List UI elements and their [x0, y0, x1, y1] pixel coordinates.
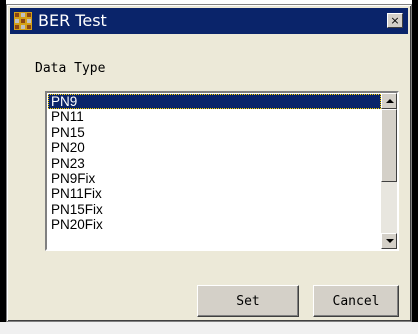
- scroll-track[interactable]: [381, 182, 397, 233]
- cancel-button[interactable]: Cancel: [313, 285, 399, 317]
- list-items-container: PN9 PN11 PN15 PN20 PN23 PN9Fix PN11Fix PN15Fix P…: [48, 94, 381, 248]
- list-item[interactable]: PN15Fix: [48, 202, 381, 217]
- set-button[interactable]: Set: [197, 285, 299, 317]
- arrow-up-icon: [386, 99, 394, 103]
- window-title: BER Test: [38, 11, 107, 30]
- title-bar[interactable]: BER Test ×: [10, 8, 408, 34]
- app-icon: [14, 12, 32, 30]
- list-item[interactable]: PN20: [48, 140, 381, 155]
- list-item[interactable]: PN20Fix: [48, 217, 381, 232]
- data-type-listbox[interactable]: PN9 PN11 PN15 PN20 PN23 PN9Fix PN11Fix PN15Fix P…: [45, 91, 399, 251]
- scroll-thumb[interactable]: [381, 109, 397, 182]
- list-item[interactable]: PN9: [48, 94, 381, 110]
- arrow-down-icon: [386, 239, 394, 243]
- close-button[interactable]: ×: [387, 13, 403, 28]
- data-type-label: Data Type: [35, 61, 106, 76]
- background-window-edge-right: [412, 0, 418, 334]
- list-item[interactable]: PN11Fix: [48, 186, 381, 201]
- list-item[interactable]: PN23: [48, 156, 381, 171]
- scroll-down-button[interactable]: [381, 233, 397, 249]
- list-item[interactable]: PN9Fix: [48, 171, 381, 186]
- scroll-up-button[interactable]: [381, 93, 397, 109]
- background-window-strip: [0, 322, 418, 334]
- list-item[interactable]: PN15: [48, 125, 381, 140]
- list-scrollbar[interactable]: [381, 93, 397, 249]
- ber-test-dialog: BER Test × Data Type PN9 PN11 PN15 PN20 PN23…: [6, 4, 412, 322]
- list-item[interactable]: PN11: [48, 109, 381, 124]
